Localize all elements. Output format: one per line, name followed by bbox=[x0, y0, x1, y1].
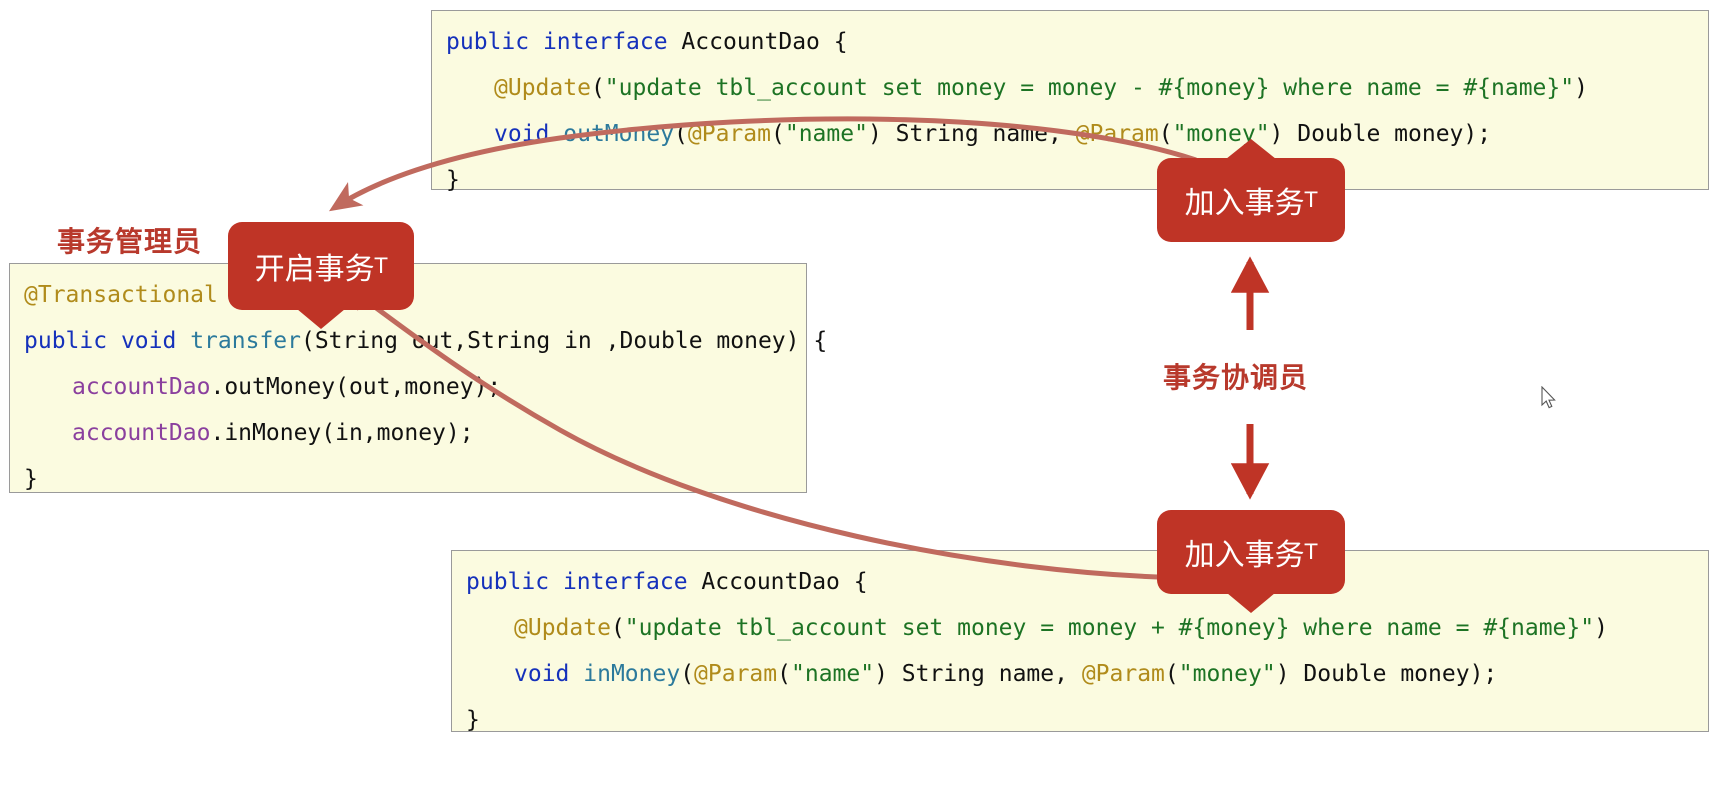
code-token: AccountDao { bbox=[687, 569, 868, 595]
code-token: accountDao bbox=[72, 420, 211, 446]
code-token: void bbox=[120, 328, 177, 354]
code-token: "name" bbox=[784, 121, 868, 147]
code-token: @Param bbox=[687, 121, 771, 147]
code-token: transfer bbox=[190, 328, 301, 354]
code-line: @Update("update tbl_account set money = … bbox=[452, 605, 1708, 651]
code-token: @Param bbox=[694, 661, 778, 687]
badge-join-transaction-top-label: 加入事务 bbox=[1184, 186, 1305, 221]
code-token: outMoney bbox=[563, 121, 675, 147]
code-token: ) String name, bbox=[874, 661, 1082, 687]
code-token: public bbox=[466, 569, 550, 595]
code-line: @Update("update tbl_account set money = … bbox=[432, 65, 1708, 111]
code-token: } bbox=[24, 466, 38, 492]
code-token: ) bbox=[1574, 75, 1588, 101]
badge-join-transaction-top-suffix: T bbox=[1304, 188, 1318, 212]
code-token: ) String name, bbox=[867, 121, 1076, 147]
label-transaction-coordinator: 事务协调员 bbox=[1163, 361, 1309, 394]
badge-tail-down-icon bbox=[1227, 593, 1275, 613]
code-token: @Param bbox=[1075, 121, 1159, 147]
code-token: inMoney bbox=[583, 661, 681, 687]
code-token: ( bbox=[770, 121, 785, 147]
code-line: } bbox=[432, 157, 1708, 203]
badge-join-transaction-bottom-label: 加入事务 bbox=[1184, 538, 1305, 573]
code-line: void inMoney(@Param("name") String name,… bbox=[452, 651, 1708, 697]
code-token: ( bbox=[610, 615, 625, 641]
code-line: } bbox=[452, 697, 1708, 743]
code-token: @Param bbox=[1081, 661, 1165, 687]
code-token: ( bbox=[1158, 121, 1173, 147]
code-token: void bbox=[514, 661, 570, 687]
code-token: @Update bbox=[494, 75, 591, 101]
code-token: @Update bbox=[514, 615, 611, 641]
mouse-cursor-icon bbox=[1541, 386, 1556, 409]
code-token: ( bbox=[777, 661, 791, 687]
code-token: interface bbox=[562, 569, 688, 595]
badge-join-transaction-bottom[interactable]: 加入事务 T bbox=[1157, 510, 1345, 613]
code-line: accountDao.outMoney(out,money); bbox=[10, 364, 806, 410]
badge-join-transaction-bottom-suffix: T bbox=[1304, 540, 1318, 564]
code-token: "update tbl_account set money = money + … bbox=[624, 615, 1595, 641]
label-transaction-manager: 事务管理员 bbox=[57, 225, 203, 258]
code-line: accountDao.inMoney(in,money); bbox=[10, 410, 806, 456]
badge-begin-transaction-label: 开启事务 bbox=[254, 252, 375, 287]
code-line: public void transfer(String out,String i… bbox=[10, 318, 827, 364]
code-token: ( bbox=[680, 661, 695, 687]
code-token: accountDao bbox=[72, 374, 211, 400]
code-token: public bbox=[24, 328, 108, 354]
code-token: AccountDao { bbox=[667, 29, 848, 55]
code-token: ) Double money); bbox=[1275, 661, 1498, 687]
code-token: } bbox=[466, 707, 480, 733]
code-token: ( bbox=[674, 121, 688, 147]
code-token: void bbox=[494, 121, 550, 147]
code-panel-account-dao-inmoney: public interface AccountDao {@Update("up… bbox=[451, 550, 1709, 733]
code-line: public interface AccountDao { bbox=[432, 19, 1708, 65]
code-token: "update tbl_account set money = money - … bbox=[604, 75, 1575, 101]
code-line: void outMoney(@Param("name") String name… bbox=[432, 111, 1708, 157]
code-line: public interface AccountDao { bbox=[452, 559, 1708, 605]
code-token: .outMoney(out,money); bbox=[210, 374, 502, 400]
badge-begin-transaction[interactable]: 开启事务 T bbox=[228, 222, 414, 329]
badge-begin-transaction-suffix: T bbox=[374, 254, 388, 278]
code-token: ) Double money); bbox=[1269, 121, 1492, 147]
code-token: .inMoney(in,money); bbox=[210, 420, 474, 446]
code-token: "money" bbox=[1178, 661, 1276, 687]
code-token: "name" bbox=[791, 661, 875, 687]
code-token: ( bbox=[1164, 661, 1179, 687]
code-token: (String out,String in ,Double money) { bbox=[300, 328, 828, 354]
badge-tail-down-icon bbox=[297, 309, 345, 329]
badge-join-transaction-top[interactable]: 加入事务 T bbox=[1157, 139, 1345, 242]
code-token: public bbox=[446, 29, 530, 55]
code-panel-account-dao-outmoney: public interface AccountDao {@Update("up… bbox=[431, 10, 1709, 193]
badge-tail-up-icon bbox=[1226, 139, 1276, 159]
code-token: ) bbox=[1594, 615, 1608, 641]
code-token: ( bbox=[590, 75, 605, 101]
code-token: @Transactional bbox=[24, 282, 218, 308]
code-token: } bbox=[446, 167, 460, 193]
code-line: } bbox=[10, 456, 806, 502]
code-token: interface bbox=[542, 29, 668, 55]
